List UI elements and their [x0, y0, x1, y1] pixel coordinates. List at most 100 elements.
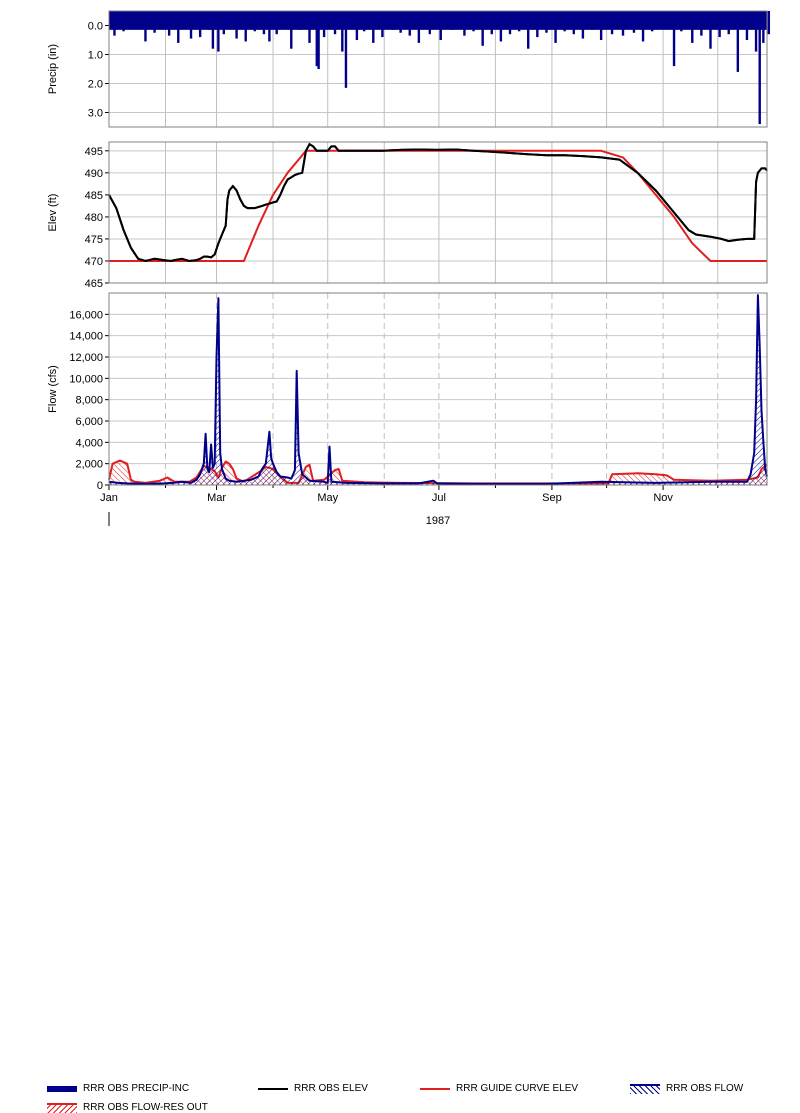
precip-bar — [536, 11, 539, 38]
precip-bar — [122, 11, 125, 32]
precip-bar — [563, 11, 566, 32]
precip-bar — [222, 11, 226, 35]
xtick-label-1: Mar — [207, 492, 226, 504]
precip-bar — [517, 11, 521, 32]
precip-bar — [599, 11, 603, 40]
precip-bar — [762, 11, 765, 43]
legend-swatch-precip — [47, 1085, 77, 1092]
precip-bar — [450, 11, 453, 30]
precip-bar — [417, 11, 421, 43]
precip-bar — [472, 11, 475, 32]
precip-bar — [754, 11, 758, 52]
precip-bar — [581, 11, 585, 39]
precip-bar — [341, 11, 344, 52]
precip-bar — [275, 11, 278, 35]
xtick-label-3: Jul — [432, 492, 446, 504]
precip-bar — [767, 11, 771, 35]
precip-bar — [481, 11, 484, 46]
ytick-label-2-4: 8,000 — [75, 395, 103, 407]
precip-bar — [355, 11, 359, 40]
legend-swatch-resout — [47, 1102, 77, 1113]
legend-item-precip: RRR OBS PRECIP-INC — [47, 1083, 189, 1094]
precip-bar — [650, 11, 654, 32]
precip-bar — [268, 11, 271, 42]
precip-bar — [680, 11, 683, 32]
xtick-label-2: May — [317, 492, 338, 504]
precip-bar — [244, 11, 247, 42]
ytick-label-0-0: 0.0 — [88, 21, 103, 33]
precip-bar — [177, 11, 180, 43]
xlabel-year: 1987 — [426, 515, 450, 527]
legend-swatch-guide — [420, 1087, 450, 1090]
precip-base-band — [109, 11, 767, 30]
precip-bar — [308, 11, 311, 43]
ytick-label-0-1: 1.0 — [88, 50, 103, 62]
precip-bar — [344, 11, 348, 88]
ylabel-0: Precip (in) — [47, 44, 59, 94]
ytick-label-1-0: 465 — [85, 278, 103, 290]
precip-bar — [129, 11, 133, 29]
precip-bar — [217, 11, 220, 52]
precip-bar — [235, 11, 238, 39]
legend-label-resout: RRR OBS FLOW-RES OUT — [83, 1102, 208, 1113]
ytick-label-2-3: 6,000 — [75, 416, 103, 428]
ytick-label-1-4: 485 — [85, 190, 103, 202]
precip-bar — [736, 11, 740, 72]
precip-bar — [545, 11, 548, 33]
legend-label-elev: RRR OBS ELEV — [294, 1083, 368, 1094]
ytick-label-2-1: 2,000 — [75, 459, 103, 471]
precip-bar — [499, 11, 503, 42]
legend-label-precip: RRR OBS PRECIP-INC — [83, 1083, 190, 1094]
ylabel-1: Elev (ft) — [47, 194, 59, 232]
ytick-label-2-2: 4,000 — [75, 437, 103, 449]
precip-bar — [727, 11, 730, 35]
ytick-label-1-3: 480 — [85, 212, 103, 224]
precip-bar — [381, 11, 384, 38]
xtick-label-4: Sep — [542, 492, 562, 504]
legend-item-resout: RRR OBS FLOW-RES OUT — [47, 1102, 208, 1113]
precip-bar — [660, 11, 663, 29]
precip-bar — [428, 11, 431, 35]
precip-bar — [610, 11, 614, 35]
precip-bar — [198, 11, 202, 38]
precip-bar — [700, 11, 703, 36]
precip-bar — [672, 11, 676, 67]
precip-bar — [691, 11, 694, 43]
precip-bar — [490, 11, 493, 35]
precip-bar — [527, 11, 530, 49]
precip-bar — [709, 11, 712, 49]
precip-bar — [211, 11, 215, 49]
ytick-label-2-8: 16,000 — [69, 309, 103, 321]
ytick-label-1-6: 495 — [85, 146, 103, 158]
legend-swatch-flow — [630, 1083, 660, 1094]
precip-bar — [113, 11, 116, 36]
ytick-label-2-5: 10,000 — [69, 373, 103, 385]
precip-bar — [758, 11, 761, 125]
precip-bar — [372, 11, 375, 43]
ytick-label-1-5: 490 — [85, 168, 103, 180]
ytick-label-2-6: 12,000 — [69, 352, 103, 364]
precip-bar — [745, 11, 749, 40]
legend-item-flow: RRR OBS FLOW — [630, 1083, 743, 1094]
ylabel-2: Flow (cfs) — [47, 365, 59, 413]
precip-bar — [262, 11, 266, 35]
ytick-label-2-0: 0 — [97, 480, 103, 492]
legend-swatch-elev — [258, 1087, 288, 1090]
legend-item-elev: RRR OBS ELEV — [258, 1083, 368, 1094]
precip-bar — [322, 11, 326, 38]
precip-bar — [463, 11, 466, 36]
precip-bar — [632, 11, 636, 33]
precip-bar — [144, 11, 147, 42]
chart-svg: 0.0 1.0 2.0 3.0 Precip (in) 465 470 475 480 485 49… — [47, 10, 771, 527]
precip-bar — [590, 11, 594, 30]
precip-bar — [554, 11, 557, 43]
precip-bar — [189, 11, 193, 39]
precip-bar — [333, 11, 337, 35]
precip-bar — [253, 11, 257, 32]
precip-bar — [399, 11, 402, 33]
xtick-label-5: Nov — [653, 492, 673, 504]
precip-bar — [208, 11, 211, 30]
precip-bar — [641, 11, 645, 42]
precip-bar — [317, 11, 320, 69]
ytick-label-1-2: 475 — [85, 234, 103, 246]
